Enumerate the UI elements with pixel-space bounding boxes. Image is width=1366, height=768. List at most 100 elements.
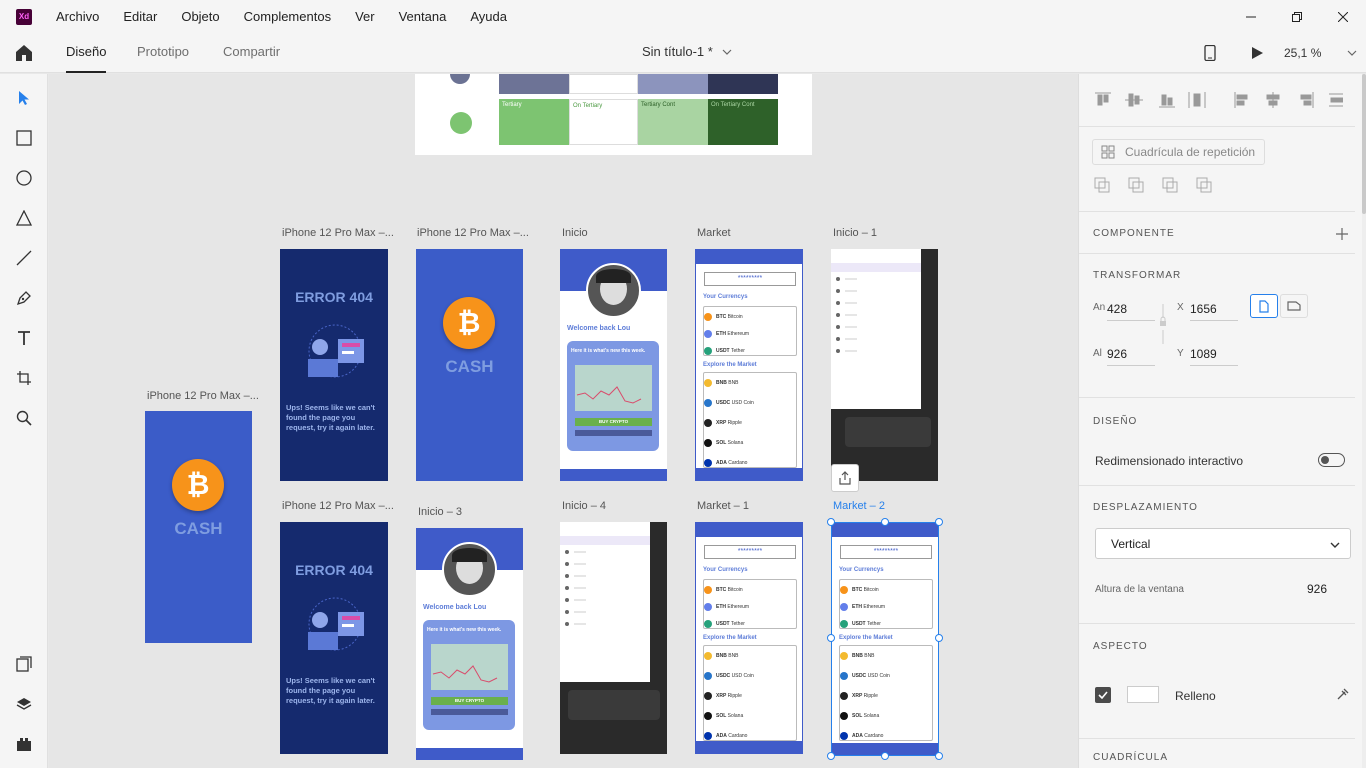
fill-checkbox[interactable] — [1095, 687, 1111, 703]
document-title-text: Sin título-1 * — [642, 44, 713, 59]
checkmark-icon — [1098, 691, 1108, 699]
style-guide-artboard[interactable]: Tertiary On Tertiary Tertiary Cont On Te… — [415, 74, 812, 155]
device-preview-button[interactable] — [1204, 33, 1216, 73]
width-input[interactable]: 428 — [1107, 297, 1155, 321]
swatch — [708, 74, 778, 94]
pen-tool[interactable] — [12, 286, 36, 310]
inicio-menu-artboard[interactable] — [831, 249, 938, 481]
coin-row: ETH Ethereum — [704, 325, 794, 343]
error-message: Ups! Seems like we can't found the page … — [286, 676, 375, 705]
error-artboard[interactable]: ERROR 404 Ups! Seems like we can't found… — [280, 249, 388, 481]
artboard-tool[interactable] — [12, 366, 36, 390]
rectangle-icon — [16, 130, 32, 146]
viewport-height-label: Altura de la ventana — [1095, 584, 1184, 595]
artboard-label[interactable]: Inicio – 3 — [418, 506, 462, 518]
bitcoin-logo-icon: ₿ — [443, 297, 495, 349]
home-icon[interactable] — [14, 43, 34, 63]
plugins-button[interactable] — [12, 732, 36, 756]
play-preview-button[interactable] — [1250, 33, 1264, 73]
viewport-height-input[interactable]: 926 — [1307, 577, 1347, 601]
landscape-button[interactable] — [1280, 294, 1308, 318]
assets-library-icon — [16, 656, 32, 672]
menu-archivo[interactable]: Archivo — [44, 0, 111, 33]
boolean-ops-icon[interactable] — [1093, 176, 1213, 194]
market-artboard[interactable]: ********* Your Currencys BTC Bitcoin ETH… — [695, 522, 803, 754]
inicio-artboard[interactable]: Welcome back Lou Here it is what's new t… — [560, 249, 667, 481]
tab-diseno[interactable]: Diseño — [66, 33, 107, 73]
artboard-label[interactable]: iPhone 12 Pro Max –... — [282, 500, 394, 512]
align-tools-icon[interactable] — [1093, 90, 1343, 110]
menu-objeto[interactable]: Objeto — [169, 0, 231, 33]
artboard-label[interactable]: Inicio – 4 — [562, 500, 606, 512]
zoom-select[interactable]: 25,1 % — [1284, 33, 1357, 73]
layers-button[interactable] — [12, 692, 36, 716]
tab-compartir[interactable]: Compartir — [223, 33, 280, 73]
ellipse-tool[interactable] — [12, 166, 36, 190]
buy-crypto-button: BUY CRYPTO — [575, 418, 652, 426]
menu-editar[interactable]: Editar — [111, 0, 169, 33]
zoom-tool[interactable] — [12, 406, 36, 430]
market-artboard[interactable]: ********* Your Currencys BTC Bitcoin ETH… — [695, 249, 803, 481]
coin-row: USDC USD Coin — [704, 394, 794, 412]
menu-complementos[interactable]: Complementos — [232, 0, 343, 33]
artboard-label[interactable]: Market — [697, 227, 731, 239]
splash-artboard[interactable]: ₿ CASH — [145, 411, 252, 643]
fill-color-swatch[interactable] — [1127, 686, 1159, 703]
artboard-label[interactable]: iPhone 12 Pro Max –... — [147, 390, 259, 402]
add-component-icon[interactable] — [1336, 228, 1348, 240]
tab-prototipo[interactable]: Prototipo — [137, 33, 189, 73]
lock-aspect-icon[interactable] — [1158, 304, 1168, 344]
rectangle-tool[interactable] — [12, 126, 36, 150]
scroll-select[interactable]: Vertical — [1095, 528, 1351, 559]
close-button[interactable] — [1320, 0, 1366, 33]
secondary-button — [575, 430, 652, 436]
artboard-label-selected[interactable]: Market – 2 — [833, 500, 885, 512]
menu-ayuda[interactable]: Ayuda — [458, 0, 519, 33]
inspector-scrollbar[interactable] — [1362, 74, 1366, 768]
news-card: Here it is what's new this week. BUY CRY… — [423, 620, 515, 730]
menu-ventana[interactable]: Ventana — [387, 0, 459, 33]
restore-icon — [1292, 11, 1302, 22]
restore-button[interactable] — [1274, 0, 1320, 33]
portrait-button[interactable] — [1250, 294, 1278, 318]
inicio-artboard[interactable]: Welcome back Lou Here it is what's new t… — [416, 528, 523, 760]
document-title[interactable]: Sin título-1 * — [642, 33, 732, 71]
app-header — [696, 250, 802, 264]
height-input[interactable]: 926 — [1107, 342, 1155, 366]
artboard-label[interactable]: Market – 1 — [697, 500, 749, 512]
coin-row: SOL Solana — [704, 707, 794, 725]
minimize-button[interactable] — [1228, 0, 1274, 33]
artboard-label[interactable]: iPhone 12 Pro Max –... — [282, 227, 394, 239]
coin-row: BNB BNB — [704, 647, 794, 665]
layout-heading: DISEÑO — [1093, 416, 1138, 427]
scrollbar-thumb[interactable] — [1362, 74, 1366, 214]
layers-icon — [16, 698, 32, 710]
artboard-label[interactable]: Inicio — [562, 227, 588, 239]
eyedropper-icon[interactable] — [1336, 687, 1350, 701]
grid-heading: CUADRÍCULA — [1093, 752, 1169, 763]
menu-ver[interactable]: Ver — [343, 0, 387, 33]
design-canvas[interactable]: Tertiary On Tertiary Tertiary Cont On Te… — [49, 74, 1078, 768]
property-inspector: Cuadrícula de repetición COMPONENTE TRAN… — [1078, 74, 1366, 768]
repeat-grid-button[interactable]: Cuadrícula de repetición — [1092, 139, 1265, 165]
artboard-label[interactable]: iPhone 12 Pro Max –... — [417, 227, 529, 239]
inicio-menu-artboard[interactable] — [560, 522, 667, 754]
artboard-label[interactable]: Inicio – 1 — [833, 227, 877, 239]
assets-button[interactable] — [12, 652, 36, 676]
repeat-grid-icon — [1101, 145, 1115, 159]
responsive-resize-toggle[interactable] — [1318, 453, 1345, 467]
y-input[interactable]: 1089 — [1190, 342, 1238, 366]
error-artboard[interactable]: ERROR 404 Ups! Seems like we can't found… — [280, 522, 388, 754]
splash-artboard[interactable]: ₿ CASH — [416, 249, 523, 481]
news-card: Here it is what's new this week. BUY CRY… — [567, 341, 659, 451]
bottom-nav — [696, 468, 802, 480]
x-label: X — [1177, 302, 1184, 313]
line-tool[interactable] — [12, 246, 36, 270]
x-input[interactable]: 1656 — [1190, 297, 1238, 321]
selection-handles-icon[interactable] — [825, 516, 945, 762]
share-artboard-button[interactable] — [831, 464, 859, 492]
select-tool[interactable] — [12, 86, 36, 110]
tertiary-swatch: Tertiary — [499, 99, 569, 145]
text-tool[interactable] — [12, 326, 36, 350]
polygon-tool[interactable] — [12, 206, 36, 230]
